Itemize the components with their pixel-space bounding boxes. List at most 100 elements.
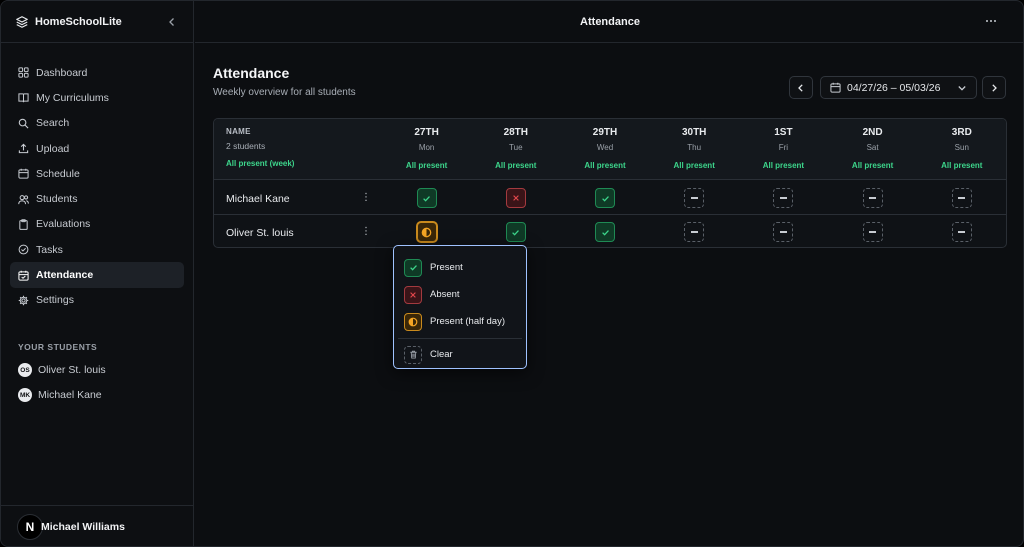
empty-dash-icon xyxy=(690,231,698,233)
more-options-button[interactable] xyxy=(983,14,999,28)
chevron-left-icon xyxy=(169,17,174,26)
all-present-day-button[interactable]: All present xyxy=(922,161,1002,170)
menu-option-clear[interactable]: Clear xyxy=(394,341,526,368)
attendance-cell-absent[interactable] xyxy=(505,188,526,208)
menu-option-label: Absent xyxy=(430,289,460,300)
sidebar-item-evaluations[interactable]: Evaluations xyxy=(10,212,184,237)
attendance-cell-empty[interactable] xyxy=(862,188,883,208)
attendance-cell-empty[interactable] xyxy=(862,222,883,242)
sidebar-item-label: My Curriculums xyxy=(36,91,109,104)
date-range-text: 04/27/26 – 05/03/26 xyxy=(847,81,941,94)
avatar: OS xyxy=(18,363,32,378)
user-avatar: N xyxy=(17,514,43,540)
next-week-button[interactable] xyxy=(982,76,1006,99)
sidebar-item-label: Search xyxy=(36,117,70,130)
student-row-name: Michael Kane xyxy=(226,193,290,205)
grid-icon xyxy=(18,67,29,78)
attendance-cell-empty[interactable] xyxy=(951,222,972,242)
calendar-icon xyxy=(830,82,841,93)
sidebar-item-my-curriculums[interactable]: My Curriculums xyxy=(10,85,184,110)
attendance-table: NAME 2 students All present (week) 27TH M… xyxy=(213,118,1007,248)
sidebar-item-search[interactable]: Search xyxy=(10,111,184,136)
day-number-header: 29TH xyxy=(592,127,618,138)
attendance-cell-empty[interactable] xyxy=(684,188,705,208)
day-number-header: 2ND xyxy=(862,127,883,138)
half-circle-icon xyxy=(421,227,432,237)
day-number-header: 1ST xyxy=(774,127,793,138)
users-icon xyxy=(18,194,29,204)
name-column-header: NAME xyxy=(226,127,251,136)
sidebar-item-label: Tasks xyxy=(36,243,63,256)
user-account-footer[interactable]: N Michael Williams xyxy=(1,505,193,546)
check-circle-icon xyxy=(18,244,29,255)
sidebar-item-label: Students xyxy=(36,193,78,206)
sidebar-item-schedule[interactable]: Schedule xyxy=(10,161,184,186)
sidebar-item-settings[interactable]: Settings xyxy=(10,288,184,313)
previous-week-button[interactable] xyxy=(789,76,813,99)
calendar-icon xyxy=(18,169,29,179)
empty-dash-icon xyxy=(869,231,877,233)
menu-option-label: Present (half day) xyxy=(430,316,505,327)
menu-option-label: Present xyxy=(430,262,463,273)
student-count: 2 students xyxy=(226,141,266,151)
search-icon xyxy=(18,118,29,129)
sidebar-item-tasks[interactable]: Tasks xyxy=(10,237,184,262)
row-menu-button[interactable]: ⋮ xyxy=(361,226,371,238)
all-present-day-button[interactable]: All present xyxy=(743,161,823,170)
check-icon xyxy=(423,195,431,202)
check-icon xyxy=(512,229,520,236)
attendance-cell-half[interactable] xyxy=(416,222,437,242)
sidebar-item-students[interactable]: Students xyxy=(10,186,184,211)
attendance-cell-empty[interactable] xyxy=(684,222,705,242)
all-present-week-button[interactable]: All present (week) xyxy=(226,159,294,168)
attendance-status-menu: Present Absent Present (half day) Clear xyxy=(393,245,527,369)
all-present-day-button[interactable]: All present xyxy=(476,161,556,170)
attendance-cell-present[interactable] xyxy=(416,188,437,208)
menu-option-absent[interactable]: Absent xyxy=(394,281,526,308)
sidebar-item-label: Dashboard xyxy=(36,66,88,79)
menu-option-half-day[interactable]: Present (half day) xyxy=(394,308,526,335)
calendar-check-icon xyxy=(18,270,29,281)
attendance-cell-present[interactable] xyxy=(595,188,615,208)
sidebar-item-label: Evaluations xyxy=(36,218,91,231)
attendance-cell-empty[interactable] xyxy=(773,188,794,208)
table-row: Michael Kane ⋮ xyxy=(214,181,1006,215)
sidebar-student-oliver[interactable]: OS Oliver St. louis xyxy=(10,358,184,383)
day-number-header: 3RD xyxy=(951,127,972,138)
check-icon xyxy=(404,258,422,277)
row-menu-button[interactable]: ⋮ xyxy=(361,192,371,204)
all-present-day-button[interactable]: All present xyxy=(565,161,645,170)
x-icon xyxy=(513,195,519,201)
date-range-picker[interactable]: 04/27/26 – 05/03/26 xyxy=(820,76,977,99)
sidebar-item-label: Attendance xyxy=(36,269,94,282)
sidebar: HomeSchoolLite Dashboard My Curriculums … xyxy=(1,1,194,546)
day-name-header: Sat xyxy=(866,143,879,152)
book-icon xyxy=(18,93,29,103)
app-name: HomeSchoolLite xyxy=(35,15,122,28)
attendance-cell-present[interactable] xyxy=(595,222,615,242)
attendance-cell-empty[interactable] xyxy=(951,188,972,208)
menu-divider xyxy=(398,338,522,339)
sidebar-item-dashboard[interactable]: Dashboard xyxy=(10,60,184,85)
all-present-day-button[interactable]: All present xyxy=(654,161,734,170)
attendance-cell-present[interactable] xyxy=(505,222,526,242)
chevron-right-icon xyxy=(992,83,997,92)
gear-icon xyxy=(18,295,29,306)
layers-logo-icon xyxy=(16,15,28,28)
day-name-header: Thu xyxy=(687,143,702,152)
all-present-day-button[interactable]: All present xyxy=(833,161,913,170)
sidebar-item-upload[interactable]: Upload xyxy=(10,136,184,161)
day-number-header: 27TH xyxy=(414,127,439,138)
table-header: NAME 2 students All present (week) 27TH M… xyxy=(214,119,1006,180)
all-present-day-button[interactable]: All present xyxy=(387,161,467,170)
avatar: MK xyxy=(18,388,32,403)
day-number-header: 28TH xyxy=(503,127,529,138)
attendance-cell-empty[interactable] xyxy=(773,222,794,242)
menu-option-present[interactable]: Present xyxy=(394,254,526,281)
chevron-down-icon xyxy=(958,85,966,91)
sidebar-student-michael[interactable]: MK Michael Kane xyxy=(10,383,184,408)
user-name: Michael Williams xyxy=(41,521,125,533)
collapse-sidebar-button[interactable] xyxy=(165,15,179,29)
sidebar-item-attendance[interactable]: Attendance xyxy=(10,262,184,288)
empty-dash-icon xyxy=(690,197,698,199)
